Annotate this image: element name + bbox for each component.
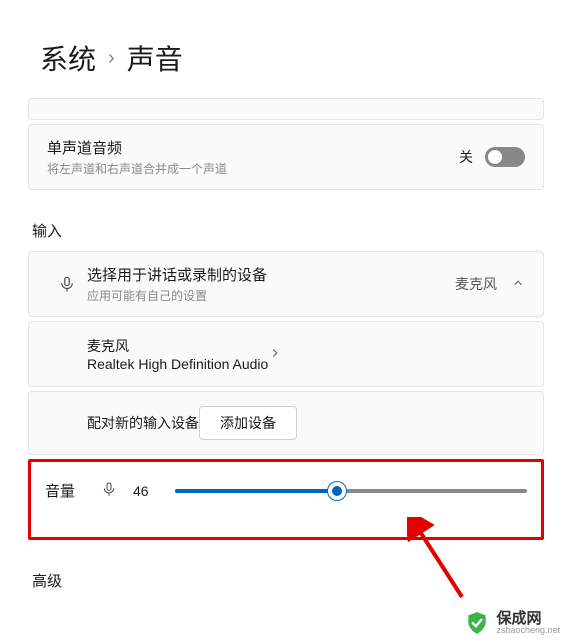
mic-device-card[interactable]: 麦克风 Realtek High Definition Audio: [28, 321, 544, 387]
watermark-name: 保成网: [496, 611, 560, 626]
watermark: 保成网 zsbaocheng.net: [464, 610, 560, 636]
breadcrumb-sep: ›: [108, 47, 115, 70]
add-device-button[interactable]: 添加设备: [199, 406, 297, 440]
mono-audio-subtitle: 将左声道和右声道合并成一个声道: [47, 160, 459, 177]
breadcrumb: 系统 › 声音: [0, 0, 572, 98]
advanced-section-label: 高级: [28, 540, 544, 601]
mono-audio-toggle[interactable]: [485, 147, 525, 167]
watermark-domain: zsbaocheng.net: [496, 626, 560, 635]
mic-small-icon: [101, 481, 117, 500]
breadcrumb-parent[interactable]: 系统: [40, 38, 96, 78]
mono-audio-card: 单声道音频 将左声道和右声道合并成一个声道 关: [28, 124, 544, 190]
card-collapsed[interactable]: [28, 98, 544, 120]
pair-device-title: 配对新的输入设备: [87, 413, 199, 433]
shield-icon: [464, 610, 490, 636]
input-section-label: 输入: [28, 194, 544, 251]
volume-row: 音量 46: [45, 480, 527, 501]
input-device-card[interactable]: 选择用于讲话或录制的设备 应用可能有自己的设置 麦克风: [28, 251, 544, 317]
input-device-title: 选择用于讲话或录制的设备: [87, 264, 455, 285]
volume-label: 音量: [45, 480, 87, 501]
volume-value: 46: [133, 483, 161, 499]
pair-device-card: 配对新的输入设备 添加设备: [28, 391, 544, 455]
mono-audio-state: 关: [459, 147, 473, 167]
volume-highlight: 音量 46: [28, 459, 544, 540]
mic-device-subtitle: Realtek High Definition Audio: [87, 356, 268, 372]
mono-audio-title: 单声道音频: [47, 137, 459, 158]
mic-icon: [47, 275, 87, 293]
input-device-subtitle: 应用可能有自己的设置: [87, 287, 455, 304]
volume-slider[interactable]: [175, 489, 527, 493]
chevron-up-icon[interactable]: [511, 276, 525, 293]
chevron-right-icon: [268, 346, 282, 363]
mic-device-title: 麦克风: [87, 336, 268, 356]
breadcrumb-current: 声音: [127, 38, 183, 78]
input-device-selected: 麦克风: [455, 274, 497, 294]
